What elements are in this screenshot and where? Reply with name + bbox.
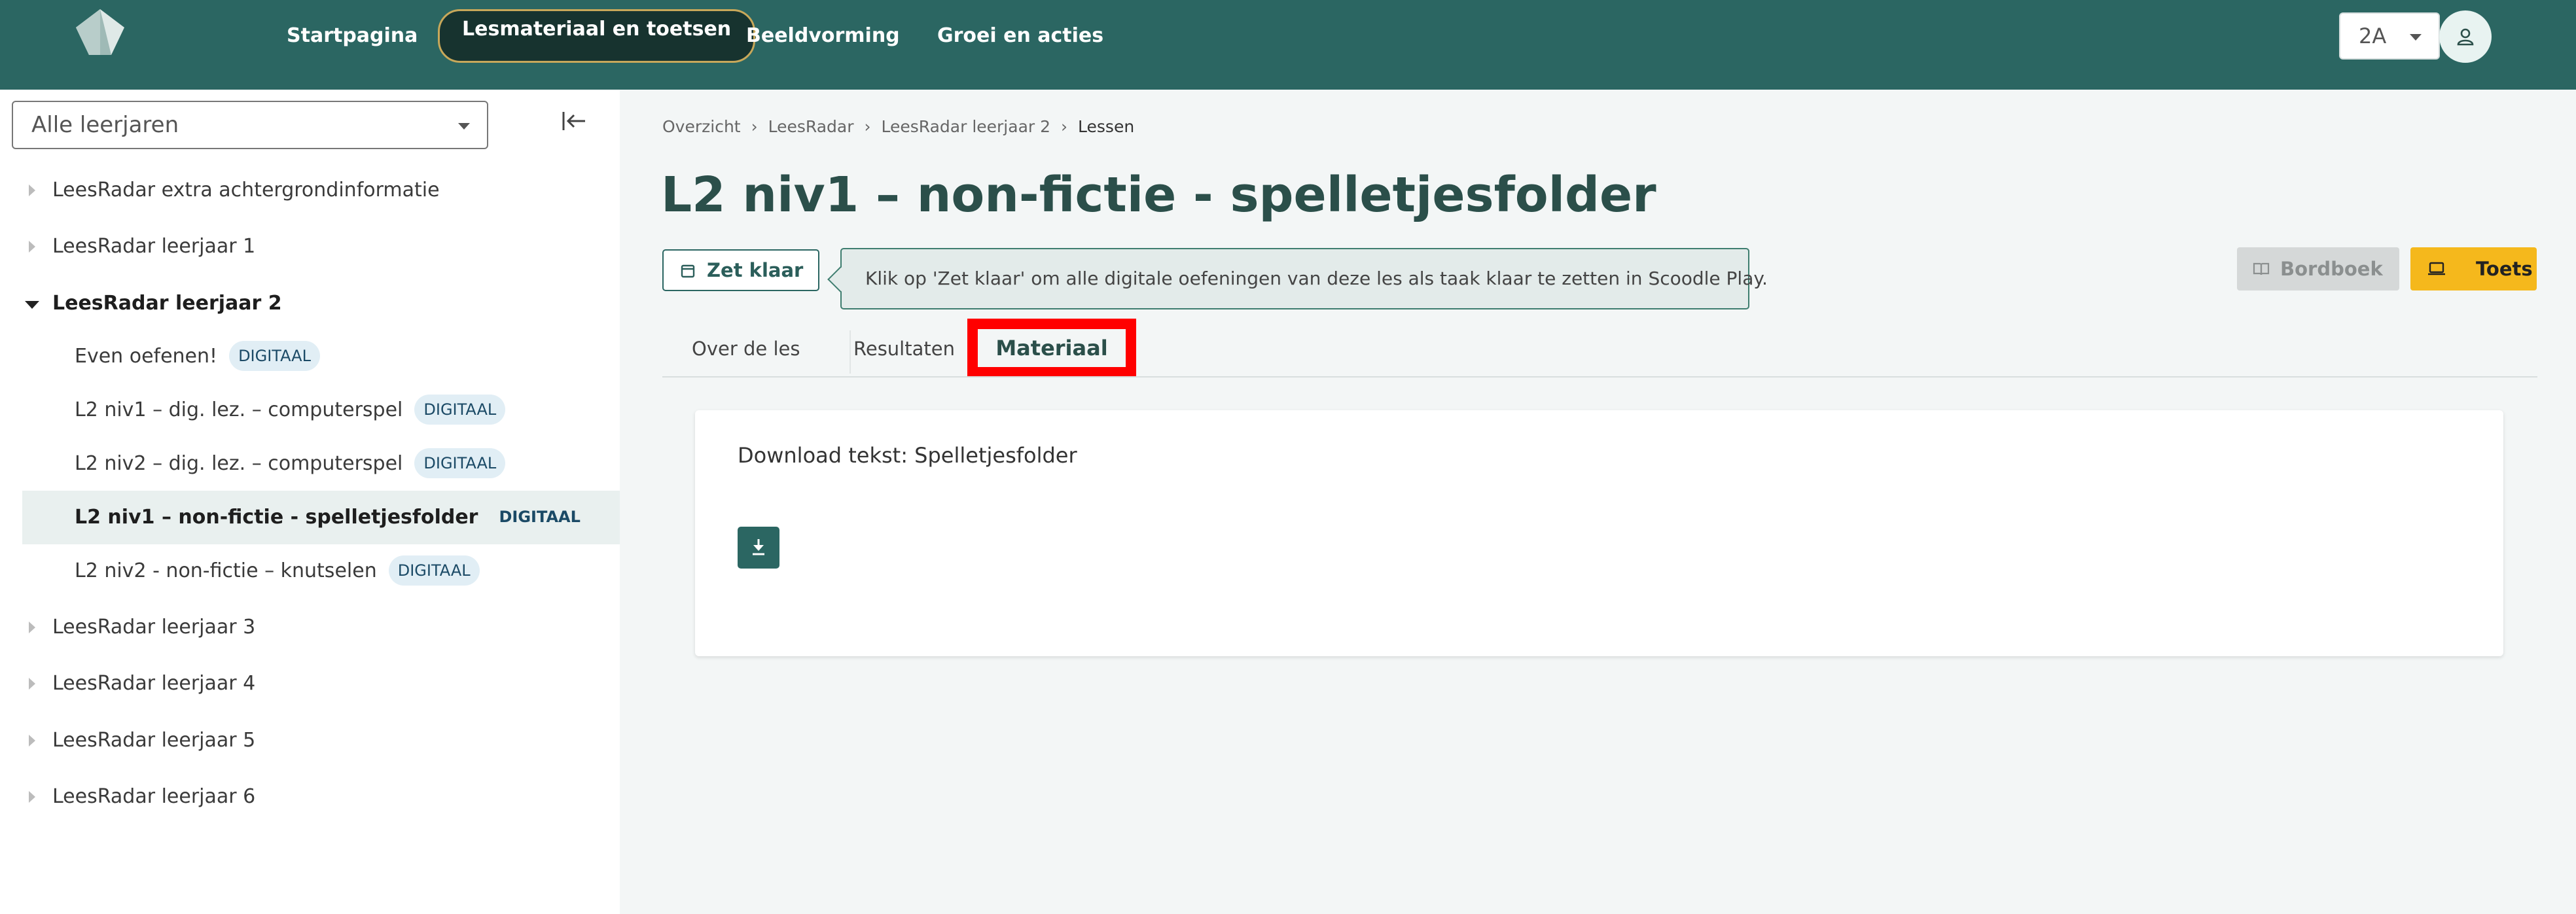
breadcrumb-leesradar[interactable]: LeesRadar: [768, 117, 854, 136]
digitaal-badge: DIGITAAL: [414, 394, 506, 425]
sidebar: Alle leerjaren LeesRadar extra achtergro…: [0, 90, 620, 914]
tree-child-niv1-spelletjesfolder[interactable]: L2 niv1 – non-fictie - spelletjesfolder D…: [22, 491, 620, 544]
tree-item-label: LeesRadar leerjaar 6: [52, 785, 256, 808]
year-select[interactable]: Alle leerjaren: [12, 101, 488, 149]
bordboek-label: Bordboek: [2280, 258, 2383, 280]
logo-icon[interactable]: [72, 8, 128, 56]
download-text-label: Download tekst: Spelletjesfolder: [738, 443, 1077, 468]
tooltip-arrow: [827, 266, 853, 292]
tree-item-label: LeesRadar leerjaar 5: [52, 729, 256, 752]
digitaal-badge: DIGITAAL: [414, 448, 506, 478]
tree-child-niv2-computerspel[interactable]: L2 niv2 – dig. lez. – computerspel DIGITA…: [22, 437, 620, 491]
zet-klaar-label: Zet klaar: [707, 259, 804, 281]
breadcrumb: Overzicht › LeesRadar › LeesRadar leerjaar 2…: [662, 116, 1134, 138]
tree-item-extra-achtergrondinformatie[interactable]: LeesRadar extra achtergrondinformatie: [0, 164, 620, 217]
toets-label: Toets: [2476, 258, 2533, 280]
user-icon: [2457, 28, 2474, 46]
tree-item-leerjaar-3[interactable]: LeesRadar leerjaar 3: [0, 601, 620, 654]
caret-right-icon: [29, 791, 35, 803]
chevron-down-icon: [458, 123, 470, 130]
page-title: L2 niv1 – non-fictie - spelletjesfolder: [661, 167, 1656, 223]
user-avatar[interactable]: [2439, 10, 2492, 63]
zet-klaar-button[interactable]: Zet klaar: [662, 249, 819, 291]
tree-item-leerjaar-5[interactable]: LeesRadar leerjaar 5: [0, 714, 620, 767]
tree-child-label: L2 niv1 – dig. lez. – computerspel: [75, 398, 403, 421]
digitaal-badge: DIGITAAL: [499, 507, 581, 526]
digitaal-badge: DIGITAAL: [388, 555, 480, 586]
breadcrumb-separator: ›: [751, 117, 758, 136]
tree-item-leerjaar-4[interactable]: LeesRadar leerjaar 4: [0, 657, 620, 711]
tooltip-text: Klik op 'Zet klaar' om alle digitale oef…: [865, 268, 1768, 289]
zet-klaar-tooltip: Klik op 'Zet klaar' om alle digitale oef…: [827, 248, 1768, 309]
tree-child-label: L2 niv2 – dig. lez. – computerspel: [75, 452, 403, 475]
caret-right-icon: [29, 241, 35, 253]
nav-startpagina[interactable]: Startpagina: [287, 16, 418, 56]
chevron-down-icon: [2410, 34, 2422, 41]
download-button[interactable]: [738, 527, 779, 569]
tree-child-label: L2 niv1 – non-fictie - spelletjesfolder: [75, 506, 478, 529]
laptop-icon: [2428, 262, 2445, 275]
tree-item-leerjaar-2[interactable]: LeesRadar leerjaar 2: [0, 277, 620, 330]
tree-child-niv2-knutselen[interactable]: L2 niv2 - non-fictie – knutselen DIGITAAL: [22, 544, 620, 598]
toets-button[interactable]: Toets: [2410, 247, 2537, 290]
tree-child-niv1-computerspel[interactable]: L2 niv1 – dig. lez. – computerspel DIGITA…: [22, 383, 620, 437]
nav-lesmateriaal-en-toetsen[interactable]: Lesmateriaal en toetsen: [438, 9, 756, 63]
caret-right-icon: [29, 622, 35, 633]
class-select[interactable]: 2A: [2339, 12, 2440, 60]
collapse-sidebar-icon[interactable]: [562, 109, 588, 135]
book-icon: [2253, 262, 2270, 275]
tree-item-label: LeesRadar extra achtergrondinformatie: [52, 179, 440, 202]
tree-item-label: LeesRadar leerjaar 2: [52, 292, 282, 315]
breadcrumb-lessen: Lessen: [1078, 117, 1135, 136]
class-select-value: 2A: [2359, 24, 2387, 48]
tree-item-label: LeesRadar leerjaar 4: [52, 672, 256, 695]
tree-item-label: LeesRadar leerjaar 1: [52, 235, 256, 258]
download-icon: [753, 539, 764, 555]
top-navigation-bar: Startpagina Lesmateriaal en toetsen Beel…: [0, 0, 2576, 90]
material-card: Download tekst: Spelletjesfolder: [695, 410, 2503, 656]
tab-divider: [850, 330, 851, 374]
tab-resultaten[interactable]: Resultaten: [853, 326, 955, 376]
tree-child-label: L2 niv2 - non-fictie – knutselen: [75, 559, 377, 582]
year-select-value: Alle leerjaren: [31, 112, 179, 138]
breadcrumb-separator: ›: [1061, 117, 1068, 136]
nav-beeldvorming[interactable]: Beeldvorming: [746, 16, 900, 56]
breadcrumb-separator: ›: [864, 117, 871, 136]
breadcrumb-overzicht[interactable]: Overzicht: [662, 117, 741, 136]
caret-right-icon: [29, 678, 35, 690]
tab-materiaal[interactable]: Materiaal: [967, 319, 1136, 378]
caret-right-icon: [29, 735, 35, 747]
digitaal-badge: DIGITAAL: [229, 340, 320, 371]
tree-item-leerjaar-6[interactable]: LeesRadar leerjaar 6: [0, 770, 620, 824]
caret-right-icon: [29, 185, 35, 196]
caret-down-icon: [25, 301, 39, 309]
tree-item-leerjaar-1[interactable]: LeesRadar leerjaar 1: [0, 220, 620, 273]
breadcrumb-leerjaar-2[interactable]: LeesRadar leerjaar 2: [881, 117, 1050, 136]
tab-over-de-les[interactable]: Over de les: [692, 326, 800, 376]
tree-child-even-oefenen[interactable]: Even oefenen! DIGITAAL: [22, 330, 620, 383]
calendar-icon: [681, 264, 695, 278]
tree-child-label: Even oefenen!: [75, 345, 218, 368]
tree-item-label: LeesRadar leerjaar 3: [52, 616, 256, 639]
bordboek-button[interactable]: Bordboek: [2237, 247, 2399, 290]
tabs-underline: [662, 376, 2537, 378]
nav-groei-en-acties[interactable]: Groei en acties: [937, 16, 1103, 56]
